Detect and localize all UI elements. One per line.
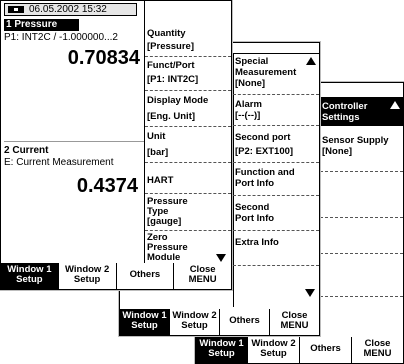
alarm-value: [--(--)] [235,110,261,121]
menu-second-port[interactable]: Second port [P2: EXT100] [233,131,319,163]
menu-hart[interactable]: HART [145,166,231,194]
window2-setup-key-3[interactable]: Window 2 Setup [247,337,299,363]
second-port-title: Second port [235,132,291,143]
unit-title: Unit [147,131,166,142]
scroll-down-icon[interactable] [305,289,315,297]
others-key-3[interactable]: Others [299,337,351,363]
screen-1: 06.05.2002 15:32 1 Pressure P1: INT2C / … [0,0,232,290]
menu-special-measurement[interactable]: Special Measurement [None] [233,55,319,95]
controller-label-2: Settings [322,112,360,123]
menu-function-port-info[interactable]: Function and Port Info [233,166,319,196]
close-menu-key-3[interactable]: Close MENU [351,337,403,363]
window-divider [4,141,144,142]
window2-setup-key-2[interactable]: Window 2 Setup [169,309,219,335]
others-key-2[interactable]: Others [219,309,269,335]
window1-source: P1: INT2C / -1.000000...2 [4,32,118,43]
menu-funct-port[interactable]: Funct/Port [P1: INT2C] [145,59,231,91]
quantity-title: Quantity [147,28,186,39]
window2-value: 0.4374 [76,175,138,197]
display-title: Display Mode [147,95,209,106]
window2-source: E: Current Measurement [4,157,114,168]
funct-title: Funct/Port [147,60,195,71]
datetime: 06.05.2002 15:32 [29,4,107,15]
display-value: [Eng. Unit] [147,111,196,122]
window1-setup-key-2[interactable]: Window 1 Setup [120,309,169,335]
menu1: Quantity [Pressure] Funct/Port [P1: INT2… [144,1,231,263]
menu-zero-pressure[interactable]: Zero Pressure Module [145,232,231,264]
window2-title: 2 Current [4,145,49,156]
menu-pressure-type[interactable]: Pressure Type [gauge] [145,196,231,231]
special-label-1: Special [235,56,269,67]
close-menu-key-1[interactable]: Close MENU [173,263,231,289]
status-bar: 06.05.2002 15:32 [4,3,137,16]
window2[interactable]: 2 Current E: Current Measurement 0.4374 [1,143,144,263]
scroll-down-icon[interactable] [216,254,226,262]
second-label-1: Second [235,202,270,213]
second-port-value: [P2: EXT100] [235,146,294,157]
menu-display-mode[interactable]: Display Mode [Eng. Unit] [145,94,231,127]
quantity-value: [Pressure] [147,41,194,52]
function-label-1: Function and [235,167,295,178]
funct-value: [P1: INT2C] [147,74,199,85]
second-label-2: Port Info [235,213,275,224]
menu-alarm[interactable]: Alarm [--(--)] [233,98,319,126]
window1[interactable]: 1 Pressure P1: INT2C / -1.000000...2 0.7… [1,19,144,141]
special-label-2: Measurement [235,67,297,78]
special-label-3: [None] [235,78,266,89]
menu-unit[interactable]: Unit [bar] [145,130,231,163]
function-label-2: Port Info [235,178,275,189]
menu-second-port-info[interactable]: Second Port Info [233,201,319,231]
scroll-up-icon[interactable] [306,57,316,65]
others-key-1[interactable]: Others [115,263,174,289]
window1-setup-key-3[interactable]: Window 1 Setup [196,337,247,363]
sensor-title: Sensor Supply [322,135,389,146]
sensor-value: [None] [322,146,353,157]
battery-icon [8,6,24,13]
menu3-separator-3 [320,296,403,297]
alarm-title: Alarm [235,99,262,110]
menu3-separator-1 [320,217,403,218]
screen-3-menu [320,91,403,363]
close-menu-key-2[interactable]: Close MENU [269,309,319,335]
hart-label: HART [147,175,174,186]
extra-label: Extra Info [235,237,279,248]
window1-title: 1 Pressure [4,19,79,31]
menu-controller-settings[interactable]: Controller Settings [320,97,403,126]
menu3-separator-2 [320,253,403,254]
window2-setup-key-1[interactable]: Window 2 Setup [57,263,116,289]
softkey-bar-3: Window 1 Setup Window 2 Setup Others Close… [196,337,403,363]
scroll-up-icon[interactable] [390,101,400,109]
softkey-bar-1: Window 1 Setup Window 2 Setup Others Close… [1,263,231,289]
menu-sensor-supply[interactable]: Sensor Supply [None] [320,134,403,172]
window1-value: 0.70834 [67,47,140,69]
softkey-bar-2: Window 1 Setup Window 2 Setup Others Close… [120,309,319,335]
window1-setup-key-1[interactable]: Window 1 Setup [1,263,58,289]
menu-extra-info[interactable]: Extra Info [233,236,319,266]
ptype-label-3: [gauge] [147,216,182,227]
menu-quantity[interactable]: Quantity [Pressure] [145,27,231,57]
unit-value: [bar] [147,147,169,158]
